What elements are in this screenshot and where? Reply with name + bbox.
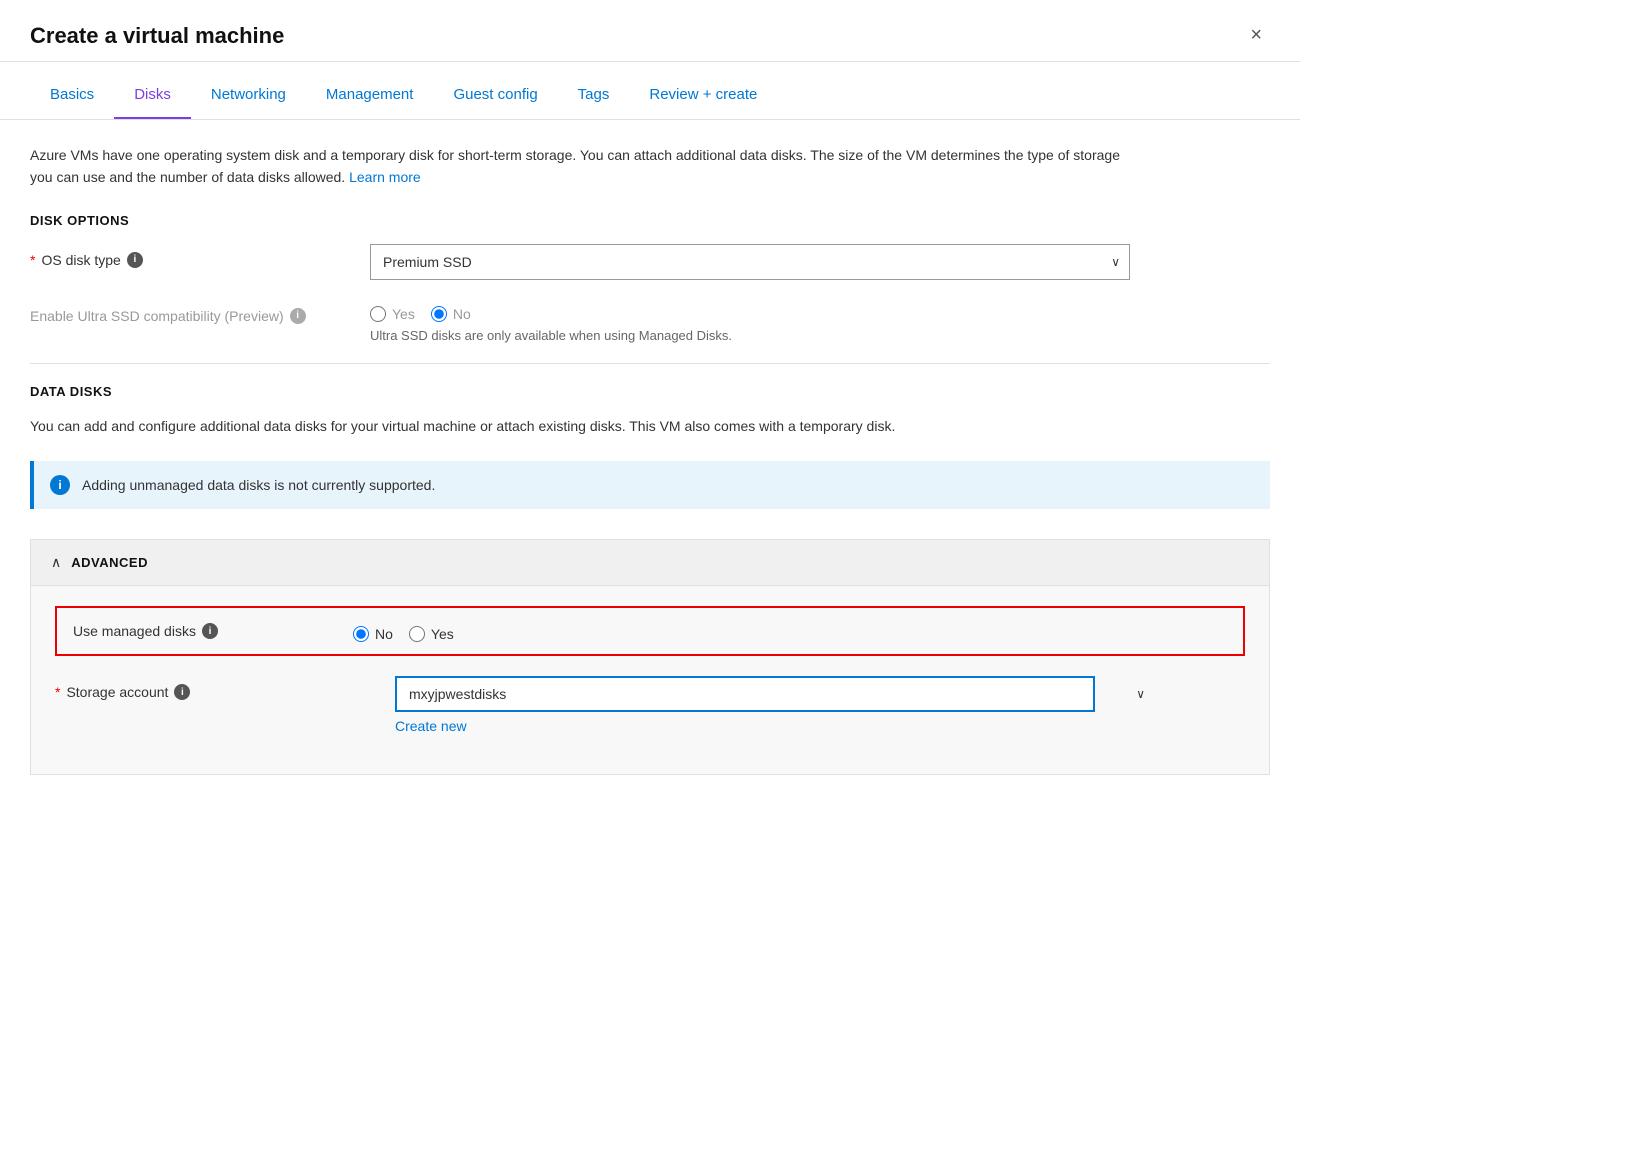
- ultra-ssd-no-label: No: [453, 306, 471, 322]
- managed-disks-radio-group: No Yes: [353, 620, 454, 642]
- tab-networking[interactable]: Networking: [191, 72, 306, 119]
- os-disk-type-control: Premium SSD Standard SSD Standard HDD ∨: [370, 244, 1270, 280]
- os-disk-label-text: OS disk type: [41, 252, 120, 268]
- tab-disks[interactable]: Disks: [114, 72, 191, 119]
- managed-disks-label-text: Use managed disks: [73, 623, 196, 639]
- os-disk-required-star: *: [30, 252, 35, 268]
- managed-disks-yes-radio[interactable]: [409, 626, 425, 642]
- storage-account-select-wrapper: mxyjpwestdisks ∨: [395, 676, 1155, 712]
- ultra-ssd-radio-group: Yes No: [370, 300, 1270, 322]
- os-disk-type-row: * OS disk type i Premium SSD Standard SS…: [30, 244, 1270, 280]
- advanced-title: ADVANCED: [71, 555, 148, 570]
- ultra-ssd-label-text: Enable Ultra SSD compatibility (Preview): [30, 308, 284, 324]
- storage-account-row: * Storage account i mxyjpwestdisks ∨ Cre…: [55, 676, 1245, 734]
- data-disks-description: You can add and configure additional dat…: [30, 415, 1130, 437]
- managed-disks-no-radio[interactable]: [353, 626, 369, 642]
- os-disk-type-label: * OS disk type i: [30, 244, 370, 268]
- tab-tags[interactable]: Tags: [558, 72, 630, 119]
- tab-guest-config[interactable]: Guest config: [433, 72, 557, 119]
- managed-disks-row: Use managed disks i No Yes: [55, 606, 1245, 656]
- managed-disks-no-option[interactable]: No: [353, 626, 393, 642]
- dialog-title: Create a virtual machine: [30, 23, 284, 49]
- close-button[interactable]: ×: [1242, 20, 1270, 51]
- ultra-ssd-yes-label: Yes: [392, 306, 415, 322]
- description-text: Azure VMs have one operating system disk…: [30, 147, 1120, 185]
- managed-disks-info-icon[interactable]: i: [202, 623, 218, 639]
- managed-disks-label: Use managed disks i: [73, 623, 353, 639]
- ultra-ssd-no-option[interactable]: No: [431, 306, 471, 322]
- section-divider-1: [30, 363, 1270, 364]
- ultra-ssd-row: Enable Ultra SSD compatibility (Preview)…: [30, 300, 1270, 343]
- page-description: Azure VMs have one operating system disk…: [30, 144, 1130, 189]
- banner-info-icon: i: [50, 475, 70, 495]
- storage-account-control: mxyjpwestdisks ∨ Create new: [395, 676, 1245, 734]
- storage-account-label-text: Storage account: [66, 684, 168, 700]
- advanced-header[interactable]: ∧ ADVANCED: [31, 540, 1269, 586]
- create-new-link[interactable]: Create new: [395, 718, 1245, 734]
- os-disk-type-select[interactable]: Premium SSD Standard SSD Standard HDD: [370, 244, 1130, 280]
- ultra-ssd-info-icon[interactable]: i: [290, 308, 306, 324]
- storage-account-required-star: *: [55, 684, 60, 700]
- ultra-ssd-yes-radio[interactable]: [370, 306, 386, 322]
- advanced-section: ∧ ADVANCED Use managed disks i No: [30, 539, 1270, 775]
- advanced-chevron-icon: ∧: [51, 554, 61, 571]
- storage-account-chevron-icon: ∨: [1136, 687, 1145, 701]
- learn-more-link[interactable]: Learn more: [349, 169, 421, 185]
- storage-account-select[interactable]: mxyjpwestdisks: [395, 676, 1095, 712]
- storage-account-label: * Storage account i: [55, 676, 395, 700]
- tab-management[interactable]: Management: [306, 72, 434, 119]
- advanced-content: Use managed disks i No Yes: [31, 586, 1269, 774]
- os-disk-select-wrapper: Premium SSD Standard SSD Standard HDD ∨: [370, 244, 1130, 280]
- managed-disks-no-label: No: [375, 626, 393, 642]
- ultra-ssd-label: Enable Ultra SSD compatibility (Preview)…: [30, 300, 370, 324]
- unmanaged-disks-banner: i Adding unmanaged data disks is not cur…: [30, 461, 1270, 509]
- ultra-ssd-control: Yes No Ultra SSD disks are only availabl…: [370, 300, 1270, 343]
- ultra-ssd-note: Ultra SSD disks are only available when …: [370, 328, 1270, 343]
- disk-options-title: DISK OPTIONS: [30, 213, 1270, 228]
- tab-bar: Basics Disks Networking Management Guest…: [0, 72, 1300, 120]
- data-disks-title: DATA DISKS: [30, 384, 1270, 399]
- ultra-ssd-no-radio[interactable]: [431, 306, 447, 322]
- ultra-ssd-yes-option[interactable]: Yes: [370, 306, 415, 322]
- main-content: Azure VMs have one operating system disk…: [0, 120, 1300, 799]
- create-vm-dialog: Create a virtual machine × Basics Disks …: [0, 0, 1300, 1100]
- tab-review-create[interactable]: Review + create: [629, 72, 777, 119]
- managed-disks-yes-label: Yes: [431, 626, 454, 642]
- dialog-header: Create a virtual machine ×: [0, 0, 1300, 62]
- os-disk-info-icon[interactable]: i: [127, 252, 143, 268]
- banner-text: Adding unmanaged data disks is not curre…: [82, 477, 435, 493]
- managed-disks-yes-option[interactable]: Yes: [409, 626, 454, 642]
- tab-basics[interactable]: Basics: [30, 72, 114, 119]
- storage-account-info-icon[interactable]: i: [174, 684, 190, 700]
